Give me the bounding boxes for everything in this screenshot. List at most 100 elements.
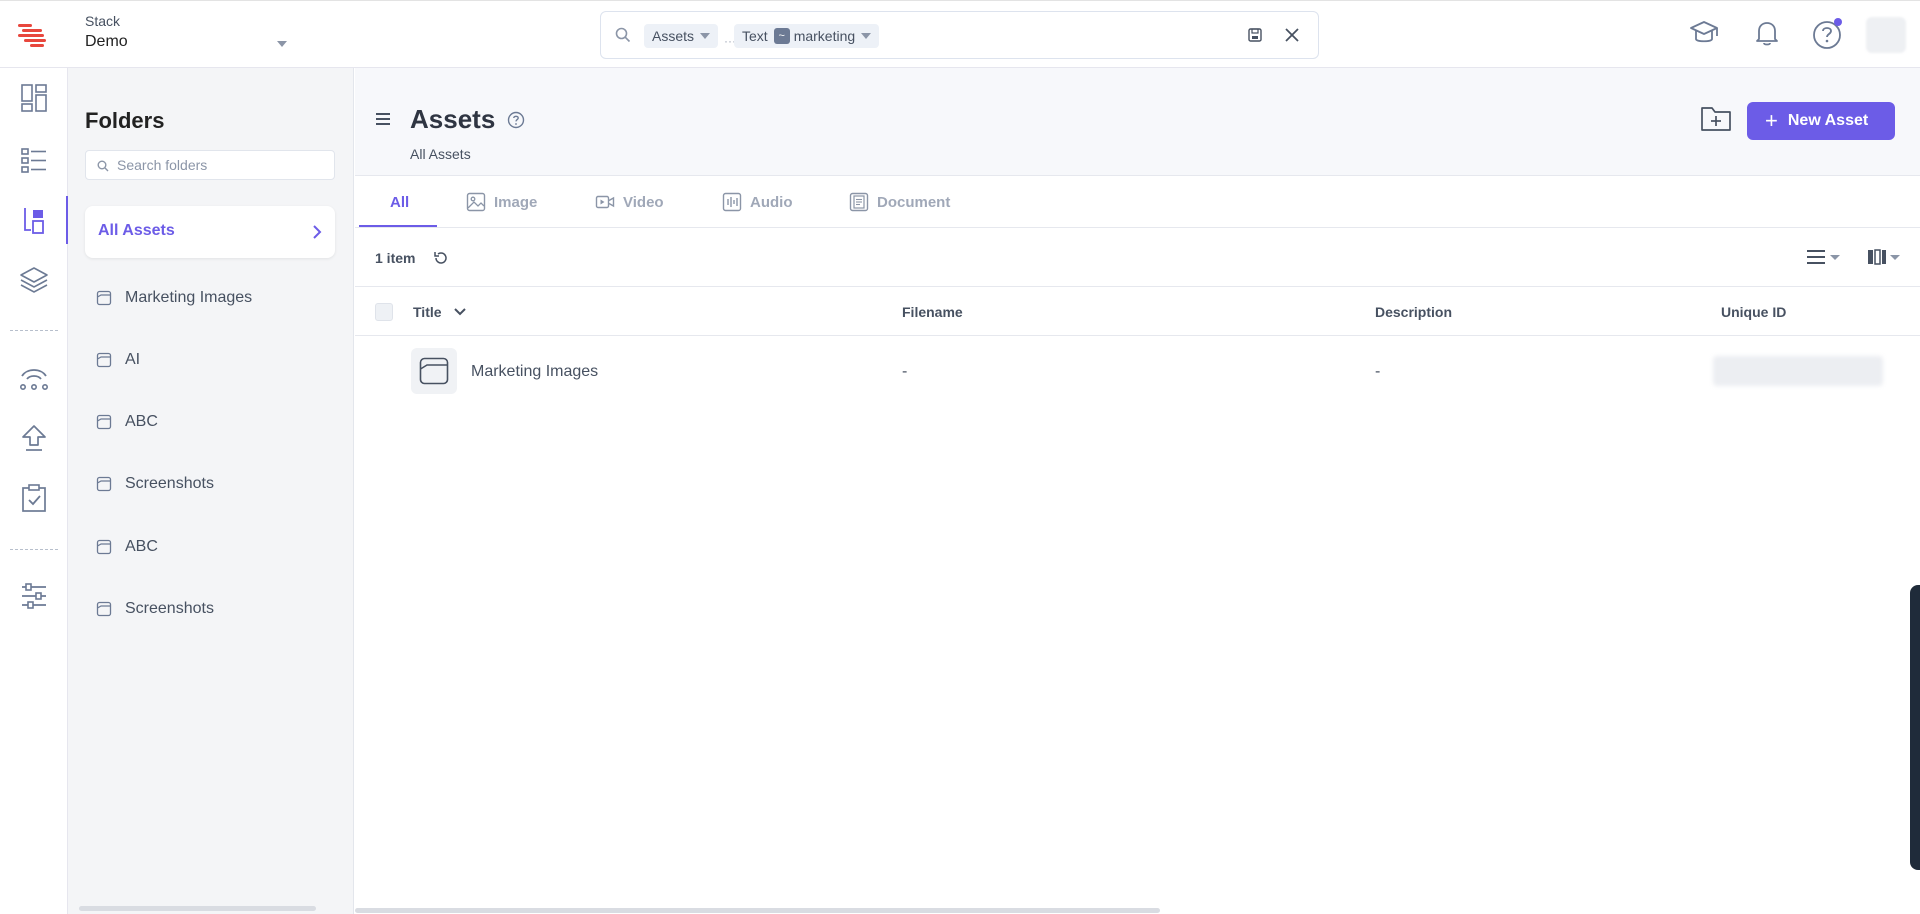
- close-icon[interactable]: [1283, 26, 1301, 49]
- hamburger-menu-icon[interactable]: [375, 112, 391, 131]
- caret-down-icon: [277, 41, 287, 47]
- folder-item[interactable]: ABC: [96, 535, 158, 559]
- table-header: Title Filename Description Unique ID: [355, 287, 1920, 336]
- caret-down-icon: [700, 33, 711, 39]
- refresh-icon[interactable]: [433, 250, 449, 271]
- help-icon[interactable]: [1811, 17, 1845, 56]
- new-asset-label: New Asset: [1787, 112, 1869, 129]
- stack-label: Stack: [85, 13, 121, 29]
- folder-icon: [419, 357, 449, 385]
- folder-item[interactable]: Screenshots: [96, 472, 214, 496]
- row-description: -: [1375, 363, 1381, 380]
- item-count: 1 item: [375, 250, 416, 266]
- caret-down-icon: [861, 33, 872, 39]
- folder-icon: [96, 601, 112, 617]
- user-avatar[interactable]: [1866, 17, 1906, 53]
- list-view-menu-icon[interactable]: [1806, 248, 1842, 271]
- contentstack-logo[interactable]: [18, 23, 50, 47]
- tab-all[interactable]: All: [390, 176, 409, 228]
- search-filter-chip[interactable]: Text ~ marketing: [734, 24, 880, 48]
- assets-icon[interactable]: [18, 204, 50, 236]
- folder-search-box: [85, 150, 335, 180]
- column-header-unique-id[interactable]: Unique ID: [1721, 304, 1786, 320]
- folder-icon: [96, 352, 112, 368]
- breadcrumb: All Assets: [410, 146, 471, 162]
- folder-icon: [96, 539, 112, 555]
- row-unique-id-redacted: [1713, 356, 1883, 386]
- tab-label: Image: [494, 193, 538, 211]
- row-title[interactable]: Marketing Images: [471, 363, 598, 381]
- notifications-bell-icon[interactable]: [1751, 17, 1783, 54]
- column-header-description[interactable]: Description: [1375, 304, 1452, 320]
- search-field-label: Text: [742, 28, 768, 44]
- folder-icon: [96, 414, 112, 430]
- publish-queue-icon[interactable]: [18, 422, 50, 454]
- nav-divider: [10, 330, 58, 331]
- folders-horizontal-scrollbar[interactable]: [79, 906, 316, 911]
- folder-label: Screenshots: [125, 475, 214, 492]
- chevron-right-icon: [313, 225, 322, 239]
- stack-name: Demo: [85, 33, 128, 50]
- document-icon: [849, 192, 869, 212]
- assets-main: Assets All Assets + New Asset All Image …: [355, 68, 1920, 914]
- folder-icon: [96, 476, 112, 492]
- search-icon: [615, 27, 631, 48]
- search-operator: ~: [773, 28, 790, 44]
- side-drawer-handle[interactable]: [1910, 585, 1920, 870]
- image-icon: [466, 192, 486, 212]
- all-assets-folder[interactable]: All Assets: [85, 206, 335, 258]
- folder-item[interactable]: AI: [96, 348, 140, 372]
- folder-item[interactable]: Screenshots: [96, 597, 214, 621]
- column-header-filename[interactable]: Filename: [902, 304, 963, 320]
- folder-label: Screenshots: [125, 600, 214, 617]
- select-all-checkbox[interactable]: [375, 303, 393, 321]
- content-models-icon[interactable]: [18, 144, 50, 176]
- folder-item[interactable]: Marketing Images: [96, 286, 252, 310]
- folder-label: Marketing Images: [125, 289, 253, 306]
- sort-chevron-down-icon: [454, 308, 467, 316]
- tab-document[interactable]: Document: [849, 176, 950, 228]
- page-title: Assets: [410, 104, 496, 134]
- folder-label: ABC: [125, 413, 158, 430]
- main-horizontal-scrollbar[interactable]: [355, 908, 1160, 913]
- tab-image[interactable]: Image: [466, 176, 537, 228]
- folders-panel: Folders All Assets Marketing Images AI A…: [68, 68, 354, 914]
- search-value: marketing: [793, 28, 856, 44]
- folder-icon: [96, 290, 112, 306]
- nav-divider: [10, 549, 58, 550]
- search-bar[interactable]: Assets ··· Text ~ marketing: [600, 11, 1319, 59]
- app-nav-rail: [0, 68, 69, 914]
- dashboard-icon[interactable]: [18, 82, 50, 114]
- audio-icon: [722, 192, 742, 212]
- all-assets-label: All Assets: [98, 222, 175, 239]
- search-module-label: Assets: [652, 28, 695, 44]
- new-folder-button[interactable]: [1699, 101, 1733, 135]
- tab-label: All: [390, 193, 410, 211]
- folder-thumbnail: [411, 348, 457, 394]
- new-asset-button[interactable]: + New Asset: [1747, 102, 1895, 140]
- list-toolbar: 1 item: [355, 228, 1920, 287]
- folder-search-input[interactable]: [117, 155, 327, 175]
- folder-label: AI: [125, 351, 141, 368]
- help-circle-icon[interactable]: [507, 111, 525, 134]
- workflows-icon[interactable]: [18, 362, 50, 394]
- tab-audio[interactable]: Audio: [722, 176, 793, 228]
- add-folder-icon: [1701, 107, 1731, 131]
- folder-item[interactable]: ABC: [96, 410, 158, 434]
- search-module-chip[interactable]: Assets: [644, 24, 719, 48]
- stack-selector[interactable]: Stack Demo: [85, 13, 290, 51]
- folder-label: ABC: [125, 538, 158, 555]
- top-bar: Stack Demo Assets ··· Text ~ marketing: [0, 0, 1920, 68]
- page-header: Assets All Assets + New Asset: [355, 68, 1920, 176]
- settings-sliders-icon[interactable]: [18, 580, 50, 612]
- tab-video[interactable]: Video: [595, 176, 664, 228]
- table-row[interactable]: Marketing Images - -: [355, 336, 1920, 406]
- column-settings-icon[interactable]: [1867, 248, 1901, 271]
- tab-label: Video: [623, 193, 664, 211]
- academy-icon[interactable]: [1688, 17, 1720, 54]
- tasks-icon[interactable]: [18, 482, 50, 514]
- row-filename: -: [902, 363, 908, 380]
- stack-layers-icon[interactable]: [18, 264, 50, 296]
- column-header-title[interactable]: Title: [413, 304, 467, 320]
- save-search-icon[interactable]: [1247, 27, 1263, 48]
